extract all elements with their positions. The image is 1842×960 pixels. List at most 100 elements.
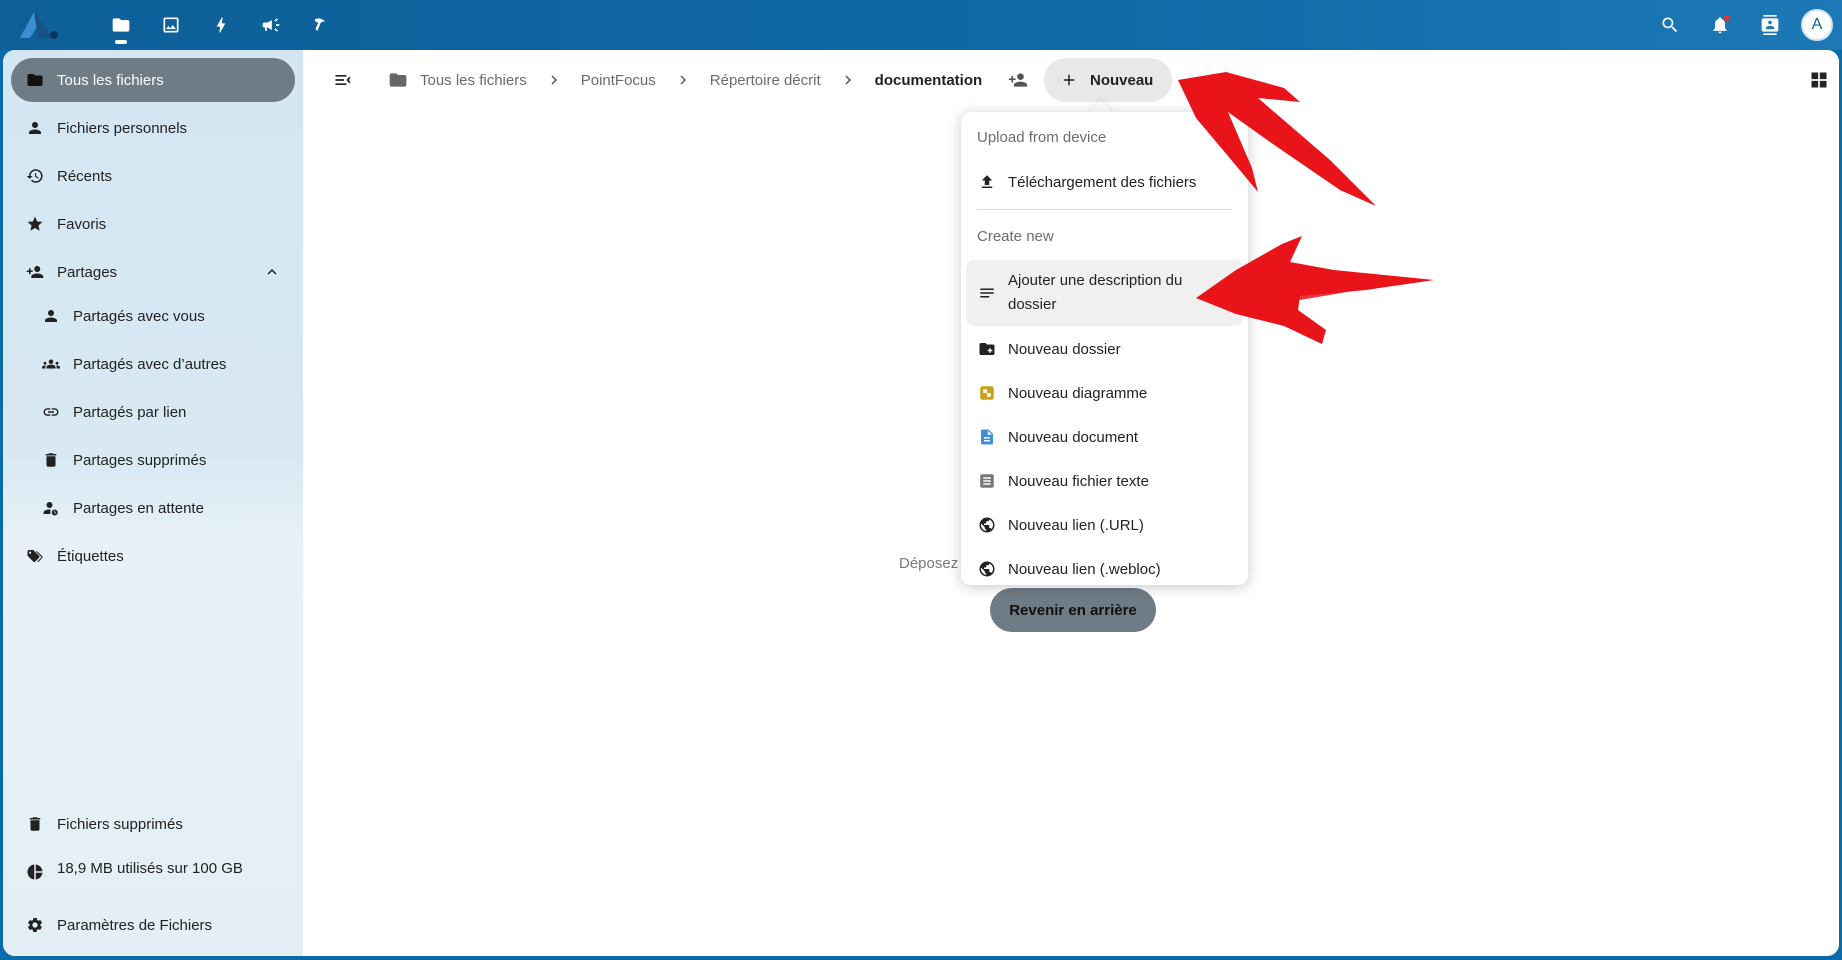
breadcrumb-pointfocus[interactable]: PointFocus: [581, 72, 656, 89]
globe-icon: [977, 559, 997, 579]
sidebar-item-label: Paramètres de Fichiers: [57, 916, 213, 934]
go-back-button[interactable]: Revenir en arrière: [990, 588, 1156, 632]
quota-text: 18,9 MB utilisés sur 100 GB: [57, 859, 243, 877]
breadcrumb-label: PointFocus: [580, 71, 656, 89]
menu-item-new-document[interactable]: Nouveau document: [966, 415, 1243, 459]
sidebar-item-pending-shares[interactable]: Partages en attente: [11, 486, 295, 530]
breadcrumb-documentation[interactable]: documentation: [875, 72, 983, 89]
share-person-icon: [25, 262, 45, 282]
grid-icon: [1811, 72, 1827, 88]
search-icon[interactable]: [1645, 0, 1695, 50]
menu-item-label: Nouveau lien (.URL): [1008, 516, 1144, 534]
new-menu-dropdown: Upload from device Téléchargement des fi…: [961, 112, 1248, 585]
person-icon: [25, 118, 45, 138]
menu-item-new-link-url[interactable]: Nouveau lien (.URL): [966, 503, 1243, 547]
folder-plus-icon: [977, 339, 997, 359]
files-app-icon[interactable]: [96, 0, 146, 50]
sidebar-item-label: Fichiers personnels: [57, 119, 188, 137]
sidebar-item-label: Partages: [57, 263, 118, 281]
trash-icon: [41, 450, 61, 470]
sidebar-item-label: Fichiers supprimés: [57, 815, 183, 833]
text-lines-icon: [977, 283, 997, 303]
breadcrumb-label: documentation: [874, 71, 983, 89]
sidebar-item-deleted-shares[interactable]: Partages supprimés: [11, 438, 295, 482]
menu-item-label: Téléchargement des fichiers: [1008, 173, 1197, 191]
group-icon: [41, 354, 61, 374]
sidebar-item-tags[interactable]: Étiquettes: [11, 534, 295, 578]
activity-app-icon[interactable]: [196, 0, 246, 50]
sidebar-item-label: Partages supprimés: [73, 451, 207, 469]
top-header: A: [0, 0, 1842, 50]
flow-app-icon[interactable]: [296, 0, 346, 50]
menu-item-label: Nouveau document: [1008, 428, 1139, 446]
menu-item-label: Nouveau diagramme: [1008, 384, 1148, 402]
sidebar-item-shared-with-you[interactable]: Partagés avec vous: [11, 294, 295, 338]
grid-view-button[interactable]: [1799, 60, 1839, 100]
photos-app-icon[interactable]: [146, 0, 196, 50]
app-frame: Tous les fichiers Fichiers personnels Ré…: [3, 50, 1839, 956]
folder-icon: [389, 73, 407, 87]
menu-divider: [977, 209, 1232, 210]
sidebar-item-personal-files[interactable]: Fichiers personnels: [11, 106, 295, 150]
menu-item-label: Nouveau lien (.webloc): [1008, 560, 1161, 578]
menu-item-label: Nouveau fichier texte: [1008, 472, 1149, 490]
star-icon: [25, 214, 45, 234]
menu-item-new-folder[interactable]: Nouveau dossier: [966, 327, 1243, 371]
chevron-up-icon[interactable]: [263, 263, 281, 281]
sidebar-item-label: Récents: [57, 167, 113, 185]
sidebar-item-shares[interactable]: Partages: [11, 250, 295, 294]
menu-item-label: Nouveau dossier: [1008, 340, 1121, 358]
new-button-label: Nouveau: [1090, 71, 1154, 89]
logo-icon[interactable]: [16, 8, 66, 42]
sidebar-item-label: Partagés par lien: [73, 403, 187, 421]
menu-item-label: Ajouter une description du dossier: [1008, 272, 1183, 313]
menu-item-upload-files[interactable]: Téléchargement des fichiers: [966, 160, 1243, 204]
empty-folder-text: Déposez: [899, 555, 959, 572]
notification-dot: [1724, 15, 1730, 21]
document-icon: [977, 427, 997, 447]
pending-person-icon: [41, 498, 61, 518]
sidebar-item-label: Tous les fichiers: [57, 71, 164, 89]
menu-collapse-icon: [335, 75, 351, 85]
sidebar-item-label: Partages en attente: [73, 499, 204, 517]
contacts-icon[interactable]: [1745, 0, 1795, 50]
menu-item-new-diagram[interactable]: Nouveau diagramme: [966, 371, 1243, 415]
chevron-right-icon: [674, 71, 692, 89]
link-icon: [41, 402, 61, 422]
announcements-app-icon[interactable]: [246, 0, 296, 50]
new-button[interactable]: Nouveau: [1044, 58, 1172, 102]
share-person-icon: [1008, 73, 1028, 87]
sidebar-item-recent[interactable]: Récents: [11, 154, 295, 198]
menu-item-new-text-file[interactable]: Nouveau fichier texte: [966, 459, 1243, 503]
globe-icon: [977, 515, 997, 535]
files-sidebar: Tous les fichiers Fichiers personnels Ré…: [3, 50, 303, 956]
menu-item-new-link-webloc[interactable]: Nouveau lien (.webloc): [966, 547, 1243, 585]
notifications-bell-icon[interactable]: [1695, 0, 1745, 50]
pie-chart-icon: [25, 862, 45, 882]
upload-icon: [977, 172, 997, 192]
sidebar-item-shared-by-link[interactable]: Partagés par lien: [11, 390, 295, 434]
breadcrumb-label: Tous les fichiers: [420, 71, 527, 89]
share-folder-button[interactable]: [1003, 65, 1033, 95]
breadcrumb-all-files[interactable]: Tous les fichiers: [388, 70, 527, 90]
plus-icon: [1063, 74, 1075, 86]
sidebar-item-all-files[interactable]: Tous les fichiers: [11, 58, 295, 102]
sidebar-item-shared-with-others[interactable]: Partagés avec d’autres: [11, 342, 295, 386]
upload-caption: Upload from device: [977, 129, 1107, 146]
person-icon: [41, 306, 61, 326]
sidebar-item-favorites[interactable]: Favoris: [11, 202, 295, 246]
history-icon: [25, 166, 45, 186]
sidebar-item-files-settings[interactable]: Paramètres de Fichiers: [11, 903, 295, 947]
breadcrumb-repertoire-decrit[interactable]: Répertoire décrit: [710, 72, 821, 89]
create-caption: Create new: [977, 228, 1054, 245]
chevron-right-icon: [839, 71, 857, 89]
sidebar-item-deleted-files[interactable]: Fichiers supprimés: [11, 802, 295, 846]
chevron-right-icon: [545, 71, 563, 89]
menu-item-add-folder-description[interactable]: Ajouter une description du dossier: [966, 260, 1243, 326]
sidebar-item-label: Étiquettes: [57, 547, 124, 565]
sidebar-item-label: Partagés avec vous: [73, 307, 205, 325]
user-avatar[interactable]: A: [1801, 9, 1833, 41]
toggle-sidebar-button[interactable]: [323, 60, 363, 100]
sidebar-item-label: Favoris: [57, 215, 107, 233]
folder-icon: [25, 70, 45, 90]
